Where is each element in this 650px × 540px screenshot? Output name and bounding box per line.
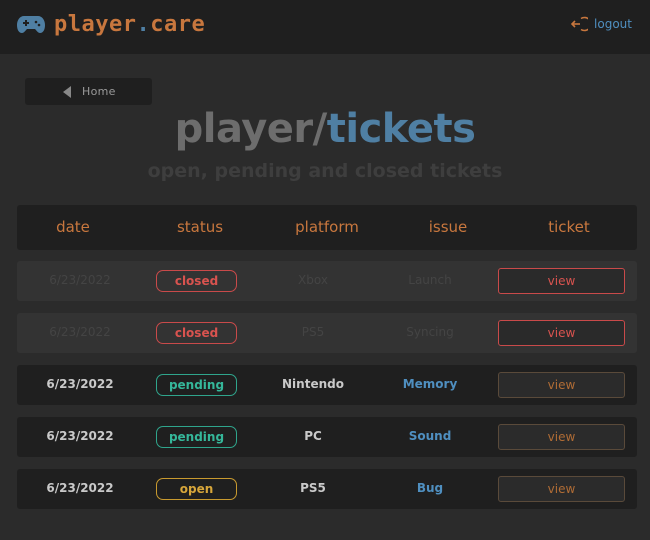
row-issue: Launch xyxy=(408,273,452,287)
row-date: 6/23/2022 xyxy=(49,325,111,339)
table-row: 6/23/2022 open PS5 Bug view xyxy=(17,469,637,509)
page-subtitle: open, pending and closed tickets xyxy=(147,160,503,182)
brand-part2: care xyxy=(150,11,206,37)
home-button[interactable]: Home xyxy=(25,78,152,105)
logout-icon xyxy=(570,16,589,32)
row-issue: Bug xyxy=(416,481,444,495)
gamepad-icon xyxy=(17,16,45,33)
title-part2: tickets xyxy=(326,106,476,152)
brand-name: player.care xyxy=(54,12,205,37)
table-row: 6/23/2022 pending Nintendo Memory view xyxy=(17,365,637,405)
row-platform: PS5 xyxy=(301,325,325,339)
row-platform: Nintendo xyxy=(282,377,344,391)
row-platform: Xbox xyxy=(298,273,328,287)
top-bar: player.care logout xyxy=(0,0,650,54)
table-header: date status platform issue ticket xyxy=(17,205,637,250)
title-part1: player xyxy=(174,106,314,152)
table-row: 6/23/2022 closed Xbox Launch view xyxy=(17,261,637,301)
view-ticket-button[interactable]: view xyxy=(498,372,625,398)
view-ticket-button[interactable]: view xyxy=(498,268,625,294)
view-ticket-button[interactable]: view xyxy=(498,476,625,502)
column-status: status xyxy=(176,218,224,236)
home-label: Home xyxy=(82,85,116,98)
status-badge: open xyxy=(156,478,237,500)
brand-logo[interactable]: player.care xyxy=(17,10,205,38)
row-platform: PS5 xyxy=(300,481,326,495)
column-ticket: ticket xyxy=(548,218,590,236)
table-row: 6/23/2022 pending PC Sound view xyxy=(17,417,637,457)
row-issue: Memory xyxy=(402,377,458,391)
status-badge: closed xyxy=(156,322,237,344)
row-date: 6/23/2022 xyxy=(46,429,114,443)
status-badge: pending xyxy=(156,426,237,448)
row-date: 6/23/2022 xyxy=(49,273,111,287)
row-date: 6/23/2022 xyxy=(46,481,114,495)
page-title: player/tickets xyxy=(0,106,650,152)
column-platform: platform xyxy=(295,218,359,236)
view-ticket-button[interactable]: view xyxy=(498,424,625,450)
row-issue: Sound xyxy=(408,429,452,443)
column-issue: issue xyxy=(428,218,468,236)
status-badge: pending xyxy=(156,374,237,396)
logout-button[interactable]: logout xyxy=(570,14,632,34)
row-date: 6/23/2022 xyxy=(46,377,114,391)
logout-label: logout xyxy=(594,17,632,31)
back-arrow-icon xyxy=(63,86,71,98)
row-platform: PC xyxy=(304,429,322,443)
title-slash: / xyxy=(312,106,328,152)
column-date: date xyxy=(56,218,90,236)
table-row: 6/23/2022 closed PS5 Syncing view xyxy=(17,313,637,353)
status-badge: closed xyxy=(156,270,237,292)
brand-part1: player xyxy=(54,11,137,37)
view-ticket-button[interactable]: view xyxy=(498,320,625,346)
brand-dot: . xyxy=(136,11,151,37)
row-issue: Syncing xyxy=(406,325,454,339)
